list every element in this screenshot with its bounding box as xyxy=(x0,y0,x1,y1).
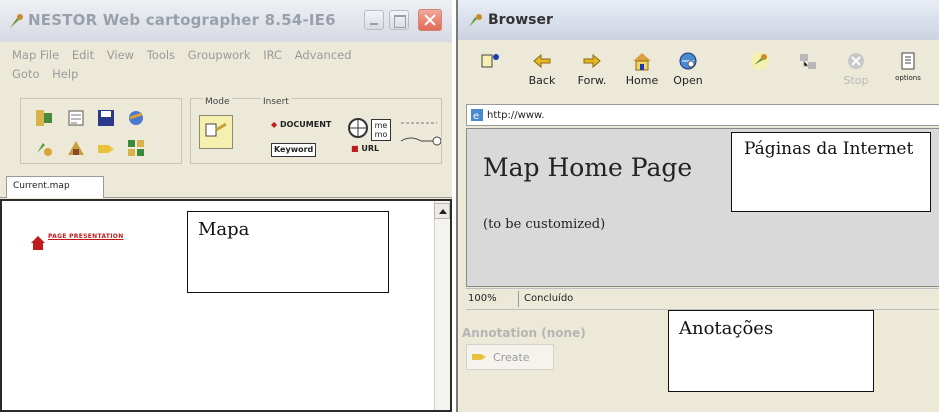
link-map-icon xyxy=(481,54,499,68)
mode-label: Mode xyxy=(203,97,232,107)
map-tabbar: Current.map xyxy=(0,168,452,198)
annotate-button[interactable] xyxy=(740,50,780,96)
connector-icon[interactable] xyxy=(397,117,441,151)
status-separator xyxy=(518,291,519,307)
back-button[interactable]: Back xyxy=(522,50,562,96)
save-map-icon[interactable] xyxy=(95,107,117,129)
stop-button[interactable]: Stop xyxy=(836,50,876,96)
create-label: Create xyxy=(493,351,530,364)
status-text: Concluído xyxy=(524,293,574,304)
menu-edit[interactable]: Edit xyxy=(72,48,94,62)
nestor-app-icon xyxy=(10,14,23,28)
map-scrollbar[interactable] xyxy=(434,201,450,410)
tag-icon[interactable] xyxy=(95,137,117,159)
grid-icon[interactable] xyxy=(125,137,147,159)
zoom-level[interactable]: 100% xyxy=(468,293,497,304)
menu-view[interactable]: View xyxy=(107,48,134,62)
globe-icon[interactable] xyxy=(347,117,369,139)
insert-keyword[interactable]: Keyword xyxy=(271,143,317,157)
menu-groupwork[interactable]: Groupwork xyxy=(188,48,251,62)
home-node-icon xyxy=(31,236,45,250)
insert-url[interactable]: ■ URL xyxy=(349,143,381,155)
nestor-title-bar[interactable]: NESTOR Web cartographer 8.54-IE6 xyxy=(0,0,452,42)
back-arrow-icon xyxy=(533,53,551,69)
export-icon[interactable] xyxy=(65,137,87,159)
options-button[interactable]: options xyxy=(888,50,928,96)
address-bar: e xyxy=(466,104,939,126)
address-input[interactable] xyxy=(487,107,927,123)
menu-advanced[interactable]: Advanced xyxy=(295,48,352,62)
network-icon xyxy=(800,54,816,69)
annotation-header: Annotation (none) xyxy=(462,326,586,340)
scroll-up-button[interactable] xyxy=(434,203,450,219)
callout-paginas: Páginas da Internet xyxy=(731,132,931,212)
open-button[interactable]: Open xyxy=(668,50,708,96)
link-mode-icon xyxy=(205,122,227,137)
browser-title-bar[interactable]: Browser xyxy=(458,0,939,40)
open-map-icon[interactable] xyxy=(65,107,87,129)
home-icon xyxy=(633,53,651,71)
menu-help[interactable]: Help xyxy=(52,67,78,81)
mode-button[interactable] xyxy=(199,115,233,149)
ie-page-icon: e xyxy=(471,109,483,122)
svg-text:e: e xyxy=(473,111,479,122)
minimize-button[interactable] xyxy=(364,10,384,30)
menu-map-file[interactable]: Map File xyxy=(12,48,59,62)
open-globe-icon xyxy=(679,52,697,70)
options-icon xyxy=(901,52,915,70)
forward-arrow-icon xyxy=(583,53,601,69)
insert-label: Insert xyxy=(261,97,291,107)
create-tag-icon xyxy=(472,354,486,360)
map-node-label: PAGE PRESENTATION xyxy=(48,233,124,240)
page-title: Map Home Page xyxy=(483,153,693,182)
tab-current-map[interactable]: Current.map xyxy=(6,176,104,198)
callout-mapa: Mapa xyxy=(187,211,389,293)
forward-button[interactable]: Forw. xyxy=(572,50,612,96)
import-icon[interactable] xyxy=(33,137,55,159)
map-toolbar: Mode Insert ◆ DOCUMENT Keyword ■ URL me … xyxy=(14,96,442,166)
publish-icon[interactable] xyxy=(125,107,147,129)
stop-icon xyxy=(848,53,864,69)
nestor-title: NESTOR Web cartographer 8.54-IE6 xyxy=(28,11,336,29)
browser-toolbar: Back Forw. Home Open Stop options xyxy=(458,44,939,100)
annotation-create-button[interactable]: Create xyxy=(466,344,554,370)
browser-title: Browser xyxy=(488,12,553,28)
network-button[interactable] xyxy=(788,50,828,96)
nestor-window: NESTOR Web cartographer 8.54-IE6 Map Fil… xyxy=(0,0,452,412)
home-button[interactable]: Home xyxy=(622,50,662,96)
menu-tools[interactable]: Tools xyxy=(147,48,175,62)
maximize-button[interactable] xyxy=(389,10,409,30)
insert-document[interactable]: ◆ DOCUMENT xyxy=(269,119,333,131)
menu-irc[interactable]: IRC xyxy=(263,48,282,62)
file-tools-group xyxy=(20,98,182,164)
link-map-button[interactable] xyxy=(470,50,510,96)
menu-bar: Map File Edit View Tools Groupwork IRC A… xyxy=(12,46,442,84)
browser-app-icon xyxy=(469,14,482,27)
mode-insert-group: Mode Insert ◆ DOCUMENT Keyword ■ URL me … xyxy=(190,97,442,164)
menu-goto[interactable]: Goto xyxy=(12,67,40,81)
annotate-icon xyxy=(751,52,769,70)
close-button[interactable] xyxy=(418,9,442,31)
status-bar: 100% Concluído xyxy=(466,288,939,310)
callout-anotacoes: Anotações xyxy=(668,310,874,392)
insert-memo[interactable]: me mo xyxy=(371,119,391,141)
page-subtitle: (to be customized) xyxy=(483,217,606,232)
new-map-icon[interactable] xyxy=(33,107,55,129)
